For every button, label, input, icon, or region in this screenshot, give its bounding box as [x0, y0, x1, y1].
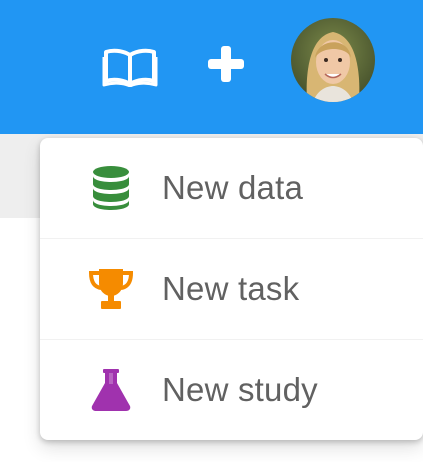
top-navbar — [0, 0, 423, 134]
menu-item-label: New task — [162, 270, 300, 307]
create-dropdown-menu: New data New task New study — [40, 138, 423, 440]
plus-icon — [208, 46, 244, 82]
menu-item-new-study[interactable]: New study — [40, 339, 423, 440]
add-button[interactable] — [200, 38, 252, 90]
user-avatar[interactable] — [291, 18, 375, 102]
menu-item-new-data[interactable]: New data — [40, 138, 423, 238]
docs-button[interactable] — [100, 42, 160, 92]
app: New data New task New study — [0, 0, 423, 462]
menu-item-label: New study — [162, 371, 318, 408]
book-open-icon — [102, 48, 158, 87]
menu-item-label: New data — [162, 169, 304, 206]
menu-item-new-task[interactable]: New task — [40, 238, 423, 339]
avatar-photo — [291, 18, 375, 102]
flask-icon — [86, 365, 136, 415]
database-icon — [86, 163, 136, 213]
trophy-icon — [86, 264, 136, 314]
